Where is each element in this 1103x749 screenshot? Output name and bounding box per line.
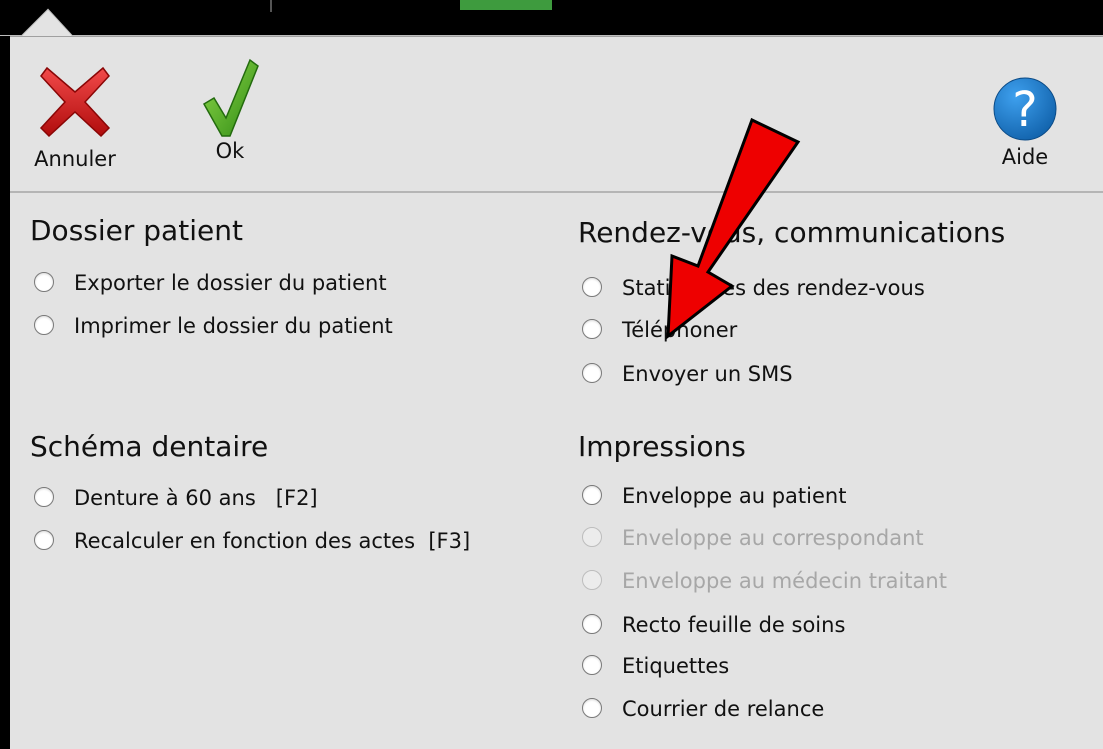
- checkmark-icon: [202, 58, 259, 137]
- toolbar: Annuler Ok ? Aide: [10, 36, 1103, 193]
- radio-button[interactable]: [582, 319, 602, 339]
- cancel-icon: [39, 66, 111, 138]
- help-icon: ?: [993, 77, 1057, 141]
- section-title-prints: Impressions: [578, 430, 746, 463]
- option-export-patient-file[interactable]: Exporter le dossier du patient: [34, 268, 387, 298]
- radio-button[interactable]: [34, 487, 54, 507]
- help-label: Aide: [1001, 145, 1049, 169]
- option-reminder-letter[interactable]: Courrier de relance: [582, 694, 824, 724]
- help-button[interactable]: ? Aide: [985, 76, 1065, 169]
- option-label: Denture à 60 ans [F2]: [74, 486, 318, 510]
- option-envelope-patient[interactable]: Enveloppe au patient: [582, 481, 846, 511]
- option-label: Enveloppe au patient: [622, 484, 847, 508]
- option-label: Statistiques des rendez-vous: [622, 276, 925, 300]
- option-label: Etiquettes: [622, 654, 730, 678]
- svg-text:?: ?: [1012, 82, 1037, 138]
- radio-button[interactable]: [34, 530, 54, 550]
- option-label: Courrier de relance: [622, 697, 825, 721]
- radio-button[interactable]: [582, 485, 602, 505]
- option-envelope-doctor: Enveloppe au médecin traitant: [582, 566, 947, 596]
- radio-button[interactable]: [582, 614, 602, 634]
- option-label: Recalculer en fonction des actes [F3]: [74, 529, 471, 553]
- radio-button[interactable]: [582, 277, 602, 297]
- option-appointment-stats[interactable]: Statistiques des rendez-vous: [582, 273, 925, 303]
- radio-button: [582, 570, 602, 590]
- option-care-sheet[interactable]: Recto feuille de soins: [582, 610, 845, 640]
- tab-strip: [0, 0, 1103, 36]
- option-label: Envoyer un SMS: [622, 362, 793, 386]
- option-recalculate[interactable]: Recalculer en fonction des actes [F3]: [34, 526, 470, 556]
- option-print-patient-file[interactable]: Imprimer le dossier du patient: [34, 311, 393, 341]
- option-label: Enveloppe au correspondant: [622, 526, 924, 550]
- ok-button[interactable]: Ok: [200, 56, 260, 163]
- radio-button[interactable]: [582, 363, 602, 383]
- section-title-dental-chart: Schéma dentaire: [30, 430, 269, 463]
- radio-button[interactable]: [582, 698, 602, 718]
- radio-button[interactable]: [34, 315, 54, 335]
- option-labels[interactable]: Etiquettes: [582, 651, 729, 681]
- option-label: Exporter le dossier du patient: [74, 271, 387, 295]
- radio-button: [582, 527, 602, 547]
- option-label: Enveloppe au médecin traitant: [622, 569, 947, 593]
- section-title-appointments: Rendez-vous, communications: [578, 216, 1006, 249]
- option-label: Téléphoner: [622, 318, 738, 342]
- cancel-button[interactable]: Annuler: [32, 64, 118, 171]
- option-envelope-correspondent: Enveloppe au correspondant: [582, 523, 924, 553]
- ok-label: Ok: [215, 139, 245, 163]
- option-label: Recto feuille de soins: [622, 613, 846, 637]
- option-send-sms[interactable]: Envoyer un SMS: [582, 359, 793, 389]
- option-denture-60[interactable]: Denture à 60 ans [F2]: [34, 483, 318, 513]
- radio-button[interactable]: [34, 272, 54, 292]
- section-title-patient-file: Dossier patient: [30, 214, 243, 247]
- cancel-label: Annuler: [34, 147, 116, 171]
- option-label: Imprimer le dossier du patient: [74, 314, 393, 338]
- radio-button[interactable]: [582, 655, 602, 675]
- option-phone[interactable]: Téléphoner: [582, 315, 737, 345]
